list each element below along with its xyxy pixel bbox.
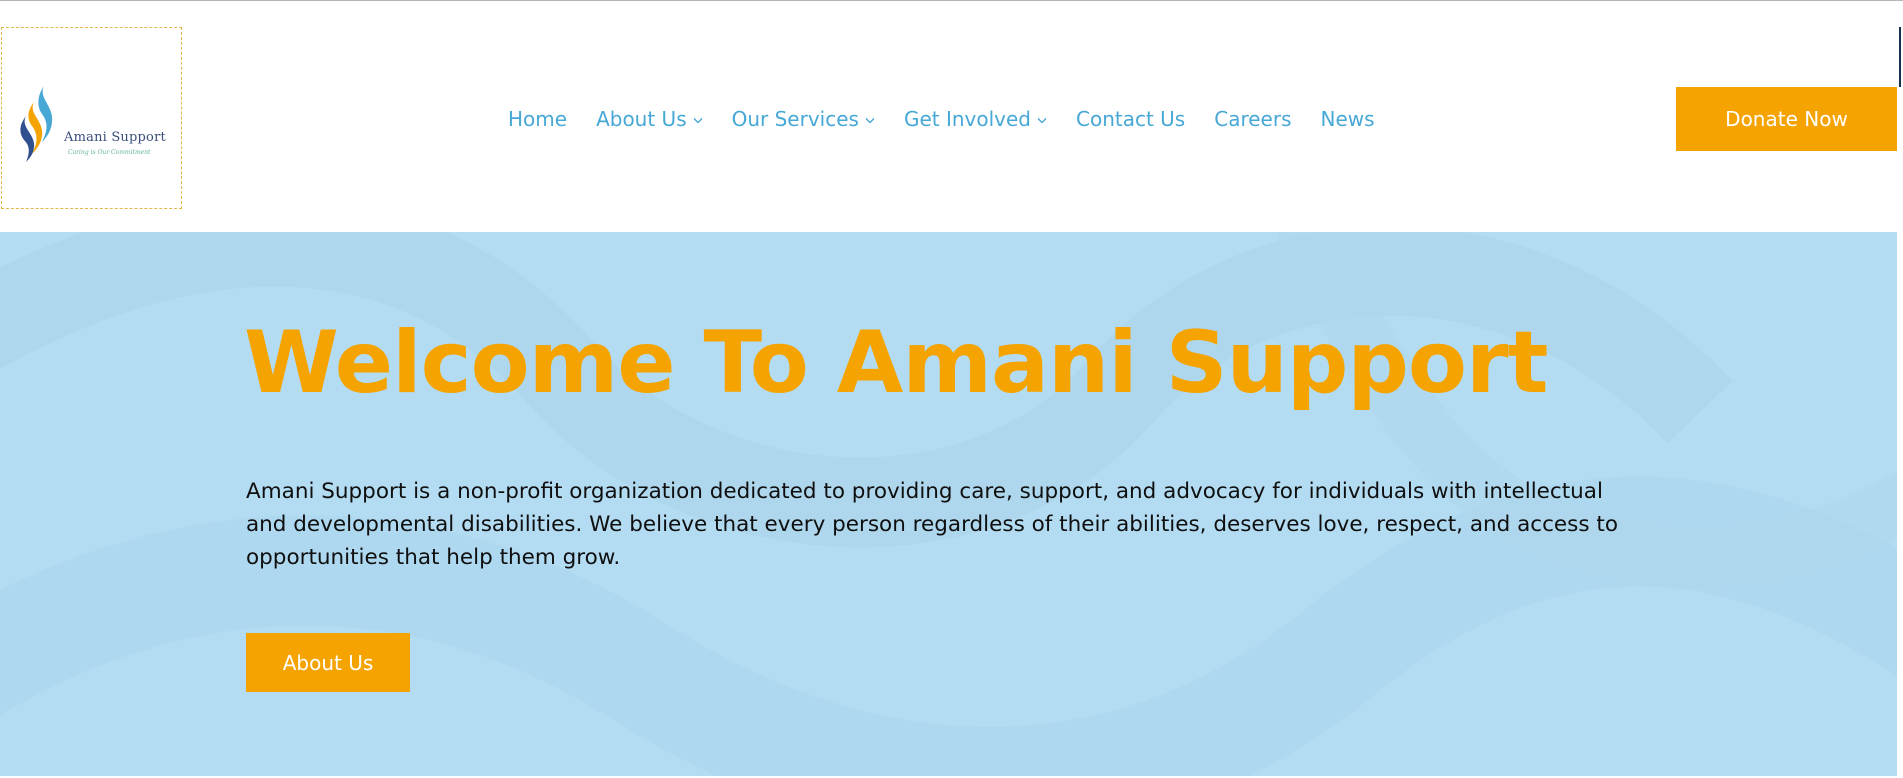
page: Amani Support Caring is Our Commitment H… [0,0,1903,778]
chevron-down-icon [693,118,703,124]
chevron-down-icon [1037,118,1047,124]
scrollbar-thumb[interactable] [1899,27,1901,87]
nav-item-label: News [1320,107,1375,131]
nav-item-label: Get Involved [903,107,1031,131]
hero-description: Amani Support is a non-profit organizati… [246,479,1618,570]
chevron-down-icon [865,118,875,124]
nav-item-label: Contact Us [1076,107,1186,131]
site-logo[interactable]: Amani Support Caring is Our Commitment [1,27,182,209]
nav-item-home[interactable]: Home [508,107,567,131]
donate-now-button[interactable]: Donate Now [1676,87,1897,151]
nav-item-label: About Us [596,107,687,131]
flame-logo-icon [20,86,53,162]
nav-item-label: Careers [1214,107,1292,131]
nav-item-label: Our Services [731,107,859,131]
hero-title: Welcome To Amani Support [244,313,1549,413]
about-us-button[interactable]: About Us [246,633,410,692]
nav-item-about-us[interactable]: About Us [596,107,703,131]
main-nav: Home About Us Our Services Get Involved … [508,106,1404,132]
nav-item-our-services[interactable]: Our Services [732,107,875,131]
nav-item-label: Home [508,107,568,131]
nav-item-careers[interactable]: Careers [1214,107,1291,131]
nav-item-contact-us[interactable]: Contact Us [1076,107,1185,131]
scrollbar-track[interactable] [1897,1,1903,778]
brand-tagline: Caring is Our Commitment [68,149,151,156]
nav-item-get-involved[interactable]: Get Involved [904,107,1047,131]
site-header: Amani Support Caring is Our Commitment H… [0,2,1897,232]
brand-name: Amani Support [64,130,166,145]
hero-section: Welcome To Amani Support Amani Support i… [0,232,1897,776]
nav-item-news[interactable]: News [1321,107,1375,131]
